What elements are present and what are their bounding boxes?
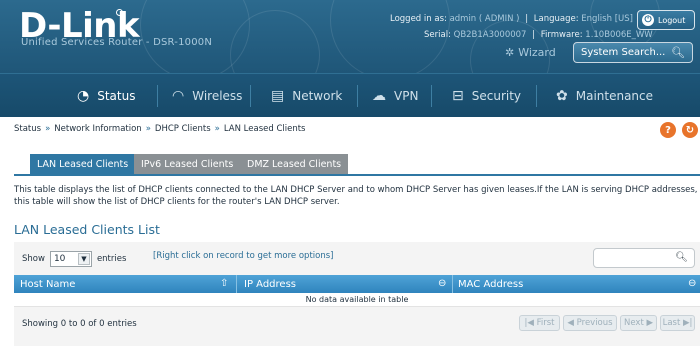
language-value[interactable]: English [US] [581,14,633,24]
entries-value: 10 [53,254,66,264]
tab-dmz-leased-clients[interactable]: DMZ Leased Clients [240,154,349,174]
vpn-icon: ☁ [372,88,386,104]
separator: | [532,30,536,40]
table-search-input[interactable]: 🔍︎ [593,248,695,268]
separator: | [525,14,529,24]
show-label: Show [22,254,45,264]
table-info: Showing 0 to 0 of 0 entries [22,319,137,329]
next-icon: ▶ [643,318,654,328]
wizard-label: Wizard [518,46,556,59]
entries-label: entries [96,254,127,264]
breadcrumb-item[interactable]: Network Information [54,124,141,134]
nav-divider [157,85,158,107]
column-header-host-name[interactable]: Host Name [20,275,75,293]
logout-label: Logout [658,15,686,25]
main-nav: ◔ Status ◠ Wireless ▤ Network ☁ VPN ⊟ Securit… [0,73,700,117]
firmware-value: 1.10B006E_WW [585,30,653,40]
breadcrumb-item[interactable]: DHCP Clients [155,124,211,134]
section-title: LAN Leased Clients List [14,222,160,237]
nav-label: Security [471,89,522,103]
sort-up-icon[interactable]: ⇧ [220,278,228,289]
page-description: This table displays the list of DHCP cli… [14,185,698,207]
search-icon[interactable]: 🔍︎ [671,46,685,59]
pager-label: First [536,318,555,328]
logout-button[interactable]: ⏻ Logout [637,10,695,30]
login-user: admin ( ADMIN ) [449,14,520,24]
language-label: Language: [533,14,579,24]
chevron-down-icon: ▼ [77,253,90,265]
context-menu-hint: [Right click on record to get more optio… [153,251,334,261]
login-info: Logged in as: admin ( ADMIN ) | Language… [390,14,633,24]
tab-underline [14,174,700,176]
nav-label: Status [97,89,136,103]
pager-last-button[interactable]: Last ▶| [660,315,695,331]
wifi-icon: ◠ [172,88,185,104]
table-empty-row: No data available in table [14,293,700,307]
device-info: Serial: QB2B1A3000007 | Firmware: 1.10B0… [424,30,653,40]
firmware-label: Firmware: [540,30,583,40]
sort-icon[interactable]: ⊖ [438,278,446,289]
pager-previous-button[interactable]: ◀ Previous [563,315,617,331]
gear-icon: ✿ [556,88,568,104]
previous-icon: ◀ [567,318,577,328]
column-header-mac-address[interactable]: MAC Address [458,275,523,293]
refresh-icon[interactable]: ↻ [682,122,698,138]
pager-next-button[interactable]: Next ▶ [620,315,657,331]
sort-icon[interactable]: ⊖ [688,278,696,289]
column-divider [452,275,453,293]
serial-value: QB2B1A3000007 [453,30,527,40]
network-icon: ▤ [271,88,285,104]
nav-status[interactable]: ◔ Status [77,74,135,118]
nav-security[interactable]: ⊟ Security [452,74,521,118]
breadcrumb: Status» Network Information» DHCP Clients»… [14,124,305,134]
column-divider [236,275,237,293]
nav-maintenance[interactable]: ✿ Maintenance [556,74,653,118]
breadcrumb-item: LAN Leased Clients [223,124,306,134]
breadcrumb-item[interactable]: Status [14,124,41,134]
nav-divider [431,85,432,107]
help-icon[interactable]: ? [660,122,676,138]
entries-select[interactable]: 10 ▼ [49,251,92,267]
nav-network[interactable]: ▤ Network [271,74,342,118]
registered-mark-icon [116,9,123,16]
nav-label: Wireless [192,89,243,103]
login-label: Logged in as: [390,14,447,24]
product-subtitle: Unified Services Router - DSR-1000N [21,37,212,48]
wand-icon: ✲ [505,46,515,59]
breadcrumb-separator: » [145,124,151,134]
nav-divider [536,85,537,107]
breadcrumb-separator: » [45,124,51,134]
pager-label: Last [662,318,681,328]
power-icon: ⏻ [642,14,654,26]
last-icon: ▶| [680,318,693,328]
system-search-input[interactable]: System Search... 🔍︎ [573,42,693,63]
wizard-link[interactable]: ✲ Wizard [505,46,556,59]
nav-label: VPN [394,89,419,103]
gauge-icon: ◔ [77,88,90,104]
pager-label: Next [623,318,644,328]
page-length-control: Show 10 ▼ entries [22,251,126,267]
serial-label: Serial: [424,30,451,40]
app-header: D-Link Unified Services Router - DSR-100… [0,0,700,73]
tab-lan-leased-clients[interactable]: LAN Leased Clients [30,154,136,174]
system-search-placeholder: System Search... [581,47,666,58]
search-icon: 🔍︎ [675,252,688,263]
pager-first-button[interactable]: |◀ First [519,315,560,331]
first-icon: |◀ [524,318,537,328]
nav-wireless[interactable]: ◠ Wireless [172,74,242,118]
table-header: Host Name ⇧ IP Address ⊖ MAC Address ⊖ [14,275,700,293]
nav-label: Network [292,89,343,103]
nav-divider [357,85,358,107]
column-header-ip-address[interactable]: IP Address [244,275,296,293]
tab-ipv6-leased-clients[interactable]: IPv6 Leased Clients [134,154,241,174]
nav-label: Maintenance [575,89,654,103]
breadcrumb-separator: » [214,124,220,134]
lock-icon: ⊟ [452,88,464,104]
pager-label: Previous [576,318,613,328]
nav-vpn[interactable]: ☁ VPN [372,74,418,118]
nav-divider [250,85,251,107]
